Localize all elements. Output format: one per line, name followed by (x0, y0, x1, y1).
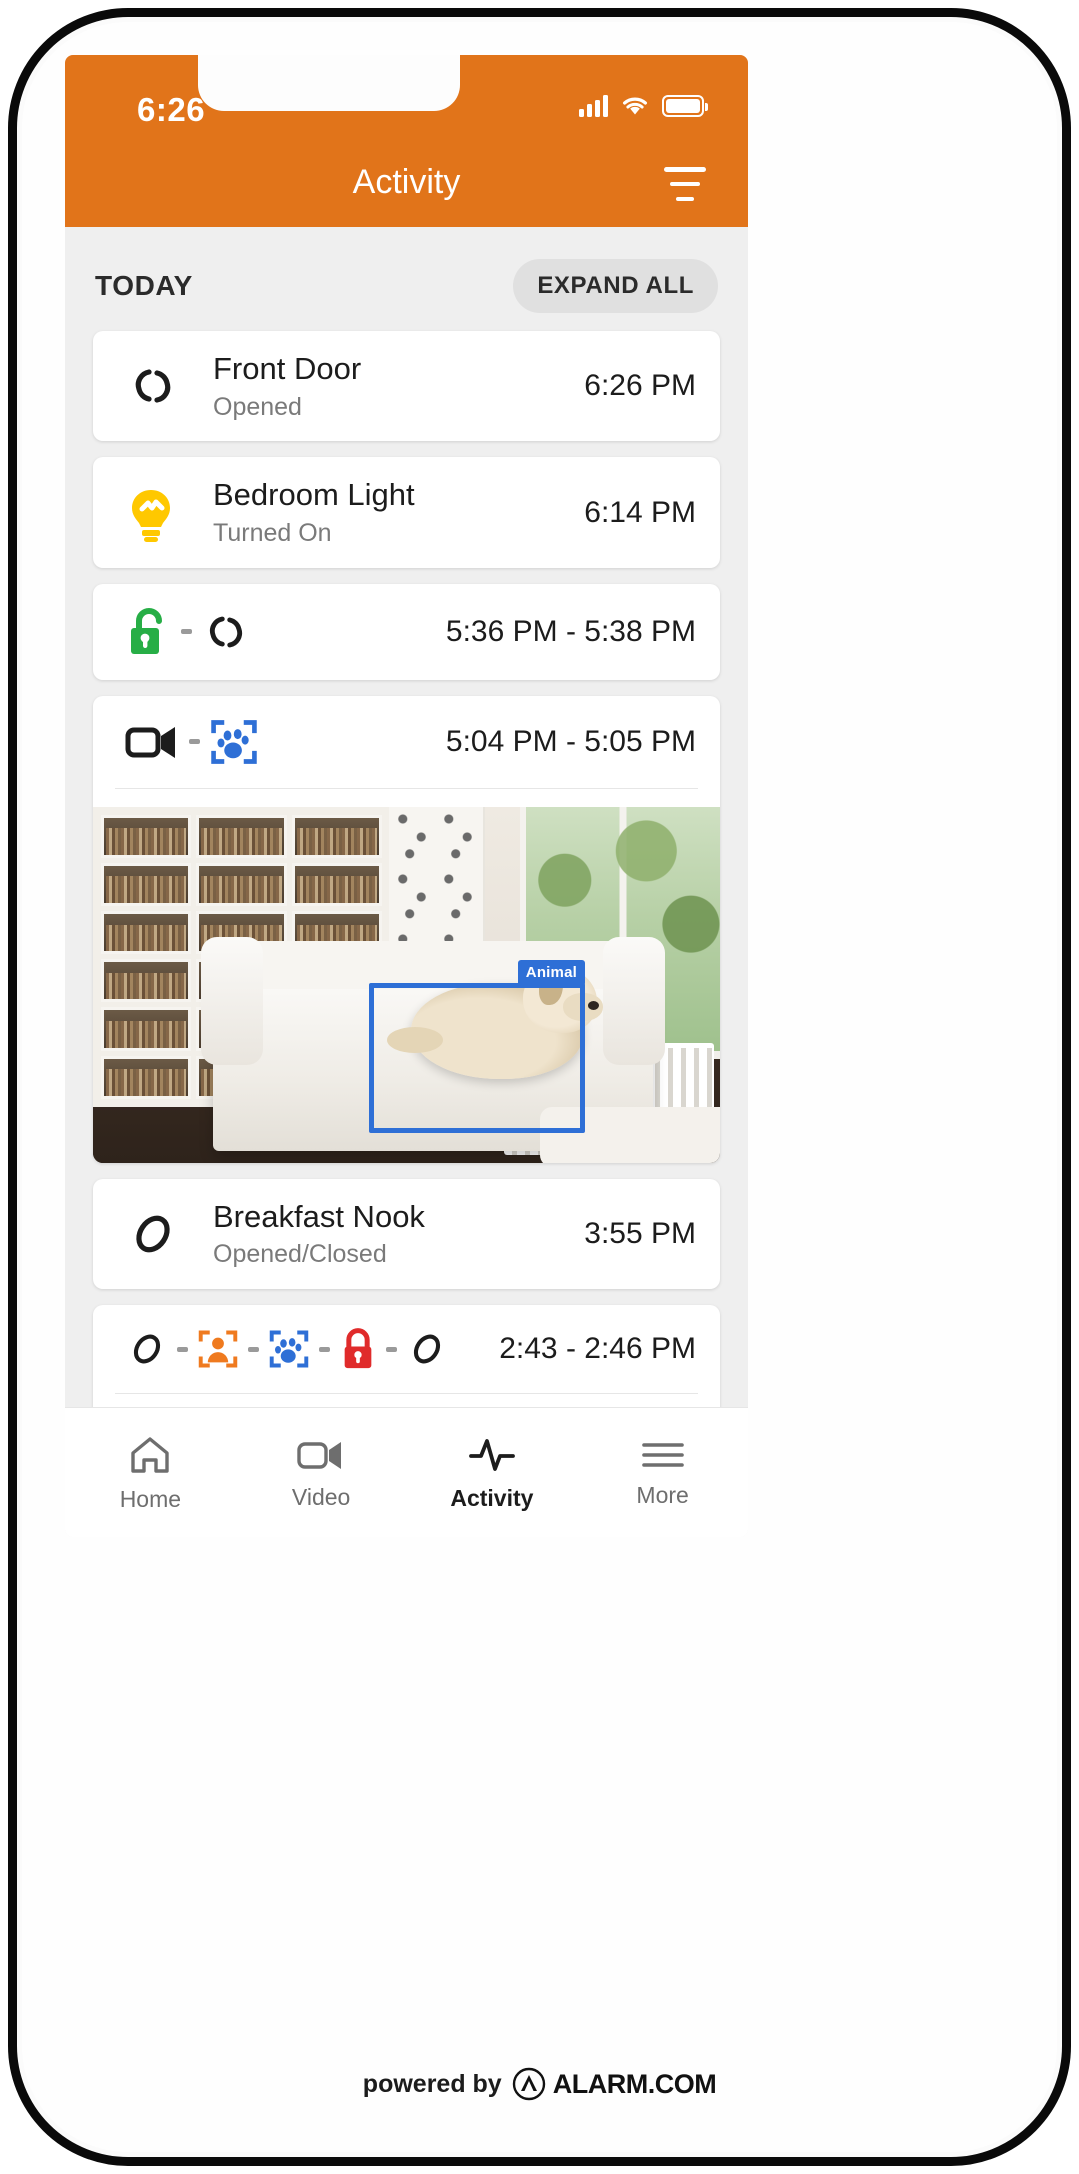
event-icons (117, 1325, 463, 1373)
person-detection-icon (198, 1330, 238, 1368)
icon-separator (319, 1346, 330, 1352)
activity-card-breakfast-nook[interactable]: Breakfast Nook Opened/Closed 3:55 PM (93, 1178, 720, 1290)
section-label: TODAY (95, 270, 193, 301)
section-header-today: TODAY EXPAND ALL (65, 227, 748, 331)
event-icons (117, 1206, 213, 1262)
divider (115, 787, 698, 789)
contact-sensor-closed-icon (413, 1334, 441, 1364)
bottom-tab-bar: Home Video Activity More (65, 1407, 748, 1537)
contact-sensor-open-icon (209, 616, 243, 648)
menu-icon (641, 1442, 684, 1467)
phone-screen: 6:26 Activity TODAY EXPAND ALL Front Doo… (65, 55, 748, 1537)
event-time: 2:43 - 2:46 PM (499, 1332, 696, 1366)
expand-all-button[interactable]: EXPAND ALL (513, 259, 718, 313)
icon-separator (189, 739, 200, 745)
event-state: Opened (213, 392, 302, 421)
status-bar-icons (579, 95, 708, 117)
event-icons (117, 484, 213, 542)
contact-sensor-open-icon (135, 369, 171, 403)
video-thumbnail[interactable]: Animal (93, 806, 720, 1163)
activity-feed-scroll[interactable]: TODAY EXPAND ALL Front Door Opened 6:26 … (65, 227, 748, 1407)
wifi-icon (623, 97, 647, 115)
icon-separator (386, 1346, 397, 1352)
event-time: 6:14 PM (584, 495, 696, 529)
event-time: 3:55 PM (584, 1216, 696, 1250)
event-time: 5:36 PM - 5:38 PM (445, 614, 696, 648)
video-camera-icon (125, 726, 175, 758)
alarm-com-logo-icon (512, 2067, 545, 2101)
phone-device-frame: 6:26 Activity TODAY EXPAND ALL Front Doo… (8, 8, 1071, 2166)
activity-card-bedroom-light[interactable]: Bedroom Light Turned On 6:14 PM (93, 457, 720, 568)
tab-label: More (636, 1481, 689, 1508)
powered-by-footer: powered by ALARM.COM (17, 2067, 1062, 2101)
lightbulb-on-icon (132, 489, 170, 542)
tab-label: Video (291, 1483, 351, 1510)
tab-more[interactable]: More (577, 1408, 748, 1537)
detection-bounding-box: Animal (369, 959, 585, 1133)
icon-separator (181, 629, 192, 635)
event-icons (117, 604, 266, 660)
activity-card-front-door[interactable]: Front Door Opened 6:26 PM (93, 331, 720, 442)
tab-video[interactable]: Video (236, 1408, 407, 1537)
tab-label: Activity (450, 1484, 534, 1511)
brand-name: ALARM.COM (552, 2068, 717, 2099)
app-header: 6:26 Activity (65, 55, 748, 227)
tab-home[interactable]: Home (65, 1408, 236, 1537)
tab-activity[interactable]: Activity (407, 1408, 578, 1537)
event-device-name: Front Door (213, 351, 362, 386)
cellular-signal-icon (579, 95, 608, 117)
video-icon (297, 1441, 342, 1469)
animal-detection-icon (269, 1330, 309, 1368)
contact-sensor-closed-icon (133, 1334, 161, 1364)
status-bar-time: 6:26 (137, 91, 206, 128)
event-time: 6:26 PM (584, 369, 696, 403)
animal-detection-icon (211, 719, 257, 764)
event-device-name: Bedroom Light (213, 477, 415, 513)
icon-separator (177, 1346, 188, 1352)
icon-separator (248, 1346, 259, 1352)
tab-label: Home (119, 1485, 182, 1512)
powered-by-label: powered by (362, 2069, 502, 2098)
event-icons (117, 358, 213, 414)
activity-card-unlock-door[interactable]: 5:36 PM - 5:38 PM (93, 583, 720, 680)
device-notch (198, 55, 460, 111)
lock-open-icon (131, 607, 162, 654)
event-state: Opened/Closed (213, 1240, 387, 1269)
activity-icon (468, 1438, 515, 1471)
detection-label: Animal (517, 959, 585, 986)
activity-card-camera-animal[interactable]: 5:04 PM - 5:05 PM Animal (93, 695, 720, 1163)
home-icon (131, 1436, 170, 1473)
event-icons (117, 716, 274, 768)
event-time: 5:04 PM - 5:05 PM (445, 724, 696, 758)
activity-card-multi-event[interactable]: 2:43 - 2:46 PM (93, 1305, 720, 1407)
lock-closed-icon (344, 1328, 372, 1369)
event-state: Turned On (213, 519, 332, 548)
battery-full-icon (662, 95, 708, 117)
contact-sensor-closed-icon (136, 1215, 170, 1253)
page-title: Activity (352, 163, 461, 201)
filter-icon[interactable] (662, 167, 708, 201)
divider (115, 1393, 698, 1395)
event-device-name: Breakfast Nook (213, 1198, 425, 1234)
